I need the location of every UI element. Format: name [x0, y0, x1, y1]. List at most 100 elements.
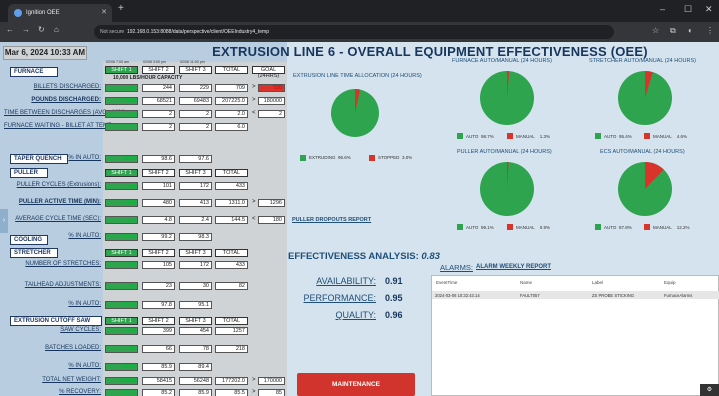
saw-s3-0: 454	[179, 327, 212, 335]
furnace-goal-0: 720	[258, 84, 285, 92]
stretcher-hdr-s2: SHIFT 2	[142, 249, 175, 257]
furnace-label-3[interactable]: FURNACE WAITING - BILLET AT TEMP:	[4, 123, 114, 129]
totals-label-1[interactable]: % RECOVERY:	[4, 389, 101, 395]
shift3-time: 02/06 11:00 pm	[180, 60, 205, 64]
alarm-equip: FurnaceAlarms	[664, 293, 693, 298]
saw-s2-2: 85.9	[142, 363, 175, 371]
minimize-icon[interactable]: –	[660, 4, 665, 14]
stretcher-label-1[interactable]: TAILHEAD ADJUSTMENTS:	[4, 282, 101, 288]
furnace-s2-0: 244	[142, 84, 175, 92]
stretcher-hdr-s1: SHIFT 1	[105, 249, 138, 257]
col-name[interactable]: Name	[520, 280, 532, 285]
puller-total-1: 1311.0	[215, 199, 248, 207]
stretcher-am-pie	[618, 71, 672, 125]
effectiveness-value: 0.83	[421, 251, 440, 262]
furnace-s2-2: 2	[142, 110, 175, 118]
availability-label[interactable]: AVAILABILITY:	[300, 276, 376, 286]
quality-value: 0.96	[385, 310, 403, 320]
performance-label[interactable]: PERFORMANCE:	[300, 293, 376, 303]
forward-icon[interactable]: →	[22, 25, 30, 34]
furnace-hdr-s3: SHIFT 3	[179, 66, 212, 74]
allocation-pie-chart	[331, 89, 379, 137]
stretcher-s1-0: 156	[105, 261, 138, 269]
puller-total-0: 433	[215, 182, 248, 190]
stretcher-hdr-total: TOTAL	[215, 249, 248, 257]
saw-total-0: 1257	[215, 327, 248, 335]
saw-label-2[interactable]: % IN AUTO:	[4, 363, 101, 369]
furnace-total-1: 207225.0	[215, 97, 248, 105]
puller-s3-3: 98.3	[179, 233, 212, 241]
furnace-am-pie	[480, 71, 534, 125]
alarm-table[interactable]: EventTime Name Label Equip 2024-03-06 10…	[431, 275, 719, 396]
puller-hdr-total: TOTAL	[215, 169, 248, 177]
furnace-label-0[interactable]: BILLETS DISCHARGED:	[4, 84, 101, 90]
furnace-auto-legend: AUTO 98.7%	[466, 134, 494, 139]
puller-goal-2: 180	[258, 216, 285, 224]
stretcher-s1-2: 97.8	[105, 301, 138, 309]
tab-close-icon[interactable]: ✕	[101, 4, 107, 22]
puller-goal-1: 1296	[258, 199, 285, 207]
reload-icon[interactable]: ↻	[38, 25, 45, 34]
alarm-weekly-link[interactable]: ALARM WEEKLY REPORT	[476, 264, 551, 270]
bookmark-star-icon[interactable]: ☆	[652, 26, 659, 35]
puller-label-2[interactable]: AVERAGE CYCLE TIME (SEC):	[4, 216, 101, 222]
saw-hdr-total: TOTAL	[215, 317, 248, 325]
furnace-op-0: >	[252, 84, 256, 90]
puller-total-2: 144.5	[215, 216, 248, 224]
new-tab-icon[interactable]: +	[118, 3, 124, 14]
furnace-op-1: >	[252, 97, 256, 103]
maximize-icon[interactable]: ☐	[684, 4, 692, 15]
taper-auto-label[interactable]: % IN AUTO:	[42, 155, 101, 161]
puller-label-1[interactable]: PULLER ACTIVE TIME (MIN):	[4, 199, 101, 205]
col-label[interactable]: Label	[592, 280, 603, 285]
datetime-display: Mar 6, 2024 10:33 AM	[3, 46, 87, 60]
performance-value: 0.95	[385, 293, 403, 303]
taper-s3: 97.6	[179, 155, 212, 163]
puller-manual-swatch	[507, 224, 513, 230]
saw-label-1[interactable]: BATCHES LOADED:	[4, 345, 101, 351]
stretcher-hdr-s3: SHIFT 3	[179, 249, 212, 257]
puller-op-2: <	[252, 216, 256, 222]
stretcher-label-2[interactable]: % IN AUTO:	[4, 301, 101, 307]
furnace-hdr-goal: GOAL (24HRS)	[252, 66, 285, 79]
menu-icon[interactable]: ⋮	[706, 26, 714, 35]
saw-s2-1: 66	[142, 345, 175, 353]
table-row[interactable]: 2024-03-06 10:32:43.14 FAULT057 ZS PROBE…	[432, 291, 719, 299]
col-equip[interactable]: Equip	[664, 280, 676, 285]
settings-icon[interactable]: ⚙	[700, 384, 719, 396]
browser-tab[interactable]: Ignition OEE ✕	[8, 4, 112, 22]
totals-label-0[interactable]: TOTAL NET WEIGHT:	[4, 377, 101, 383]
puller-s3-1: 413	[179, 199, 212, 207]
furnace-s3-1: 69483	[179, 97, 212, 105]
stretcher-total-0: 433	[215, 261, 248, 269]
close-window-icon[interactable]: ✕	[705, 4, 713, 15]
totals-s2-0: 58415	[142, 377, 175, 385]
furnace-total-0: 709	[215, 84, 248, 92]
furnace-am-title: FURNACE AUTO/MANUAL (24 HOURS)	[452, 58, 552, 64]
puller-label-0[interactable]: PULLER CYCLES (Extrusions):	[4, 182, 101, 188]
furnace-label-2[interactable]: TIME BETWEEN DISCHARGES (AVG - MIN):	[4, 110, 127, 116]
shift1-time: 02/06 7:00 am	[106, 60, 129, 64]
url-field[interactable]: Not secure 192.168.0.153:8088/data/persp…	[94, 25, 614, 39]
col-eventtime[interactable]: EventTime	[436, 280, 457, 285]
puller-am-pie	[480, 162, 534, 216]
saw-hdr-s1: SHIFT 1	[105, 317, 138, 325]
furnace-goal-2: 2	[258, 110, 285, 118]
maintenance-button[interactable]: MAINTENANCE	[297, 373, 415, 396]
back-icon[interactable]: ←	[6, 25, 14, 34]
saw-s3-1: 78	[179, 345, 212, 353]
quality-label[interactable]: QUALITY:	[300, 310, 376, 320]
extensions-icon[interactable]: ⧉	[670, 26, 676, 36]
stretcher-label-0[interactable]: NUMBER OF STRETCHES:	[4, 261, 101, 267]
tab-title: Ignition OEE	[26, 10, 60, 16]
alarm-name: FAULT057	[520, 293, 540, 298]
puller-dropouts-link[interactable]: PULLER DROPOUTS REPORT	[292, 217, 371, 223]
saw-label-0[interactable]: SAW CYCLES:	[4, 327, 101, 333]
furnace-label-1[interactable]: POUNDS DISCHARGED:	[4, 97, 101, 103]
profile-icon[interactable]: ◐	[688, 26, 693, 35]
puller-auto-legend: AUTO 99.1%	[466, 225, 494, 230]
home-icon[interactable]: ⌂	[54, 25, 59, 34]
furnace-manual-legend: MANUAL 1.3%	[516, 134, 551, 139]
puller-s2-0: 101	[142, 182, 175, 190]
totals-s1-0: 58815	[105, 377, 138, 385]
